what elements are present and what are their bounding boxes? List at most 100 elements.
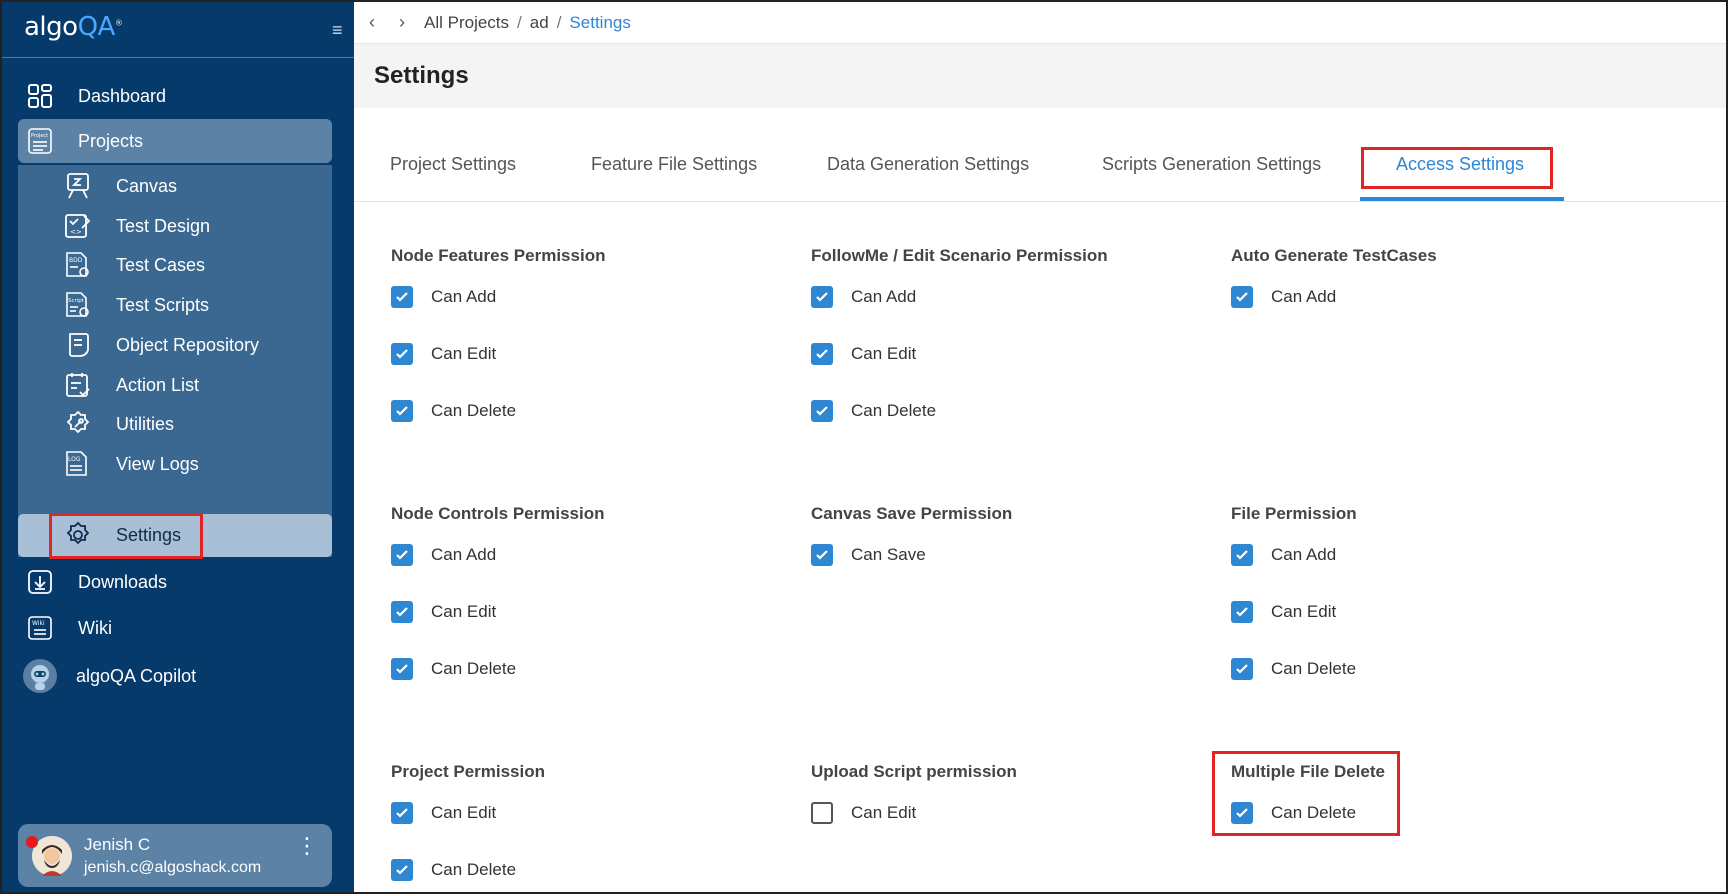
sidebar-item-label: Test Cases [116, 254, 206, 275]
breadcrumb-all-projects[interactable]: All Projects [424, 13, 509, 33]
svg-text:BDD: BDD [69, 257, 83, 264]
sidebar-item-test-scripts[interactable]: Script Test Scripts [18, 285, 332, 325]
sidebar-item-view-logs[interactable]: LOG View Logs [18, 444, 332, 484]
dashboard-icon [26, 82, 54, 110]
checkbox-canvas-save[interactable]: Can Save [811, 544, 926, 566]
divider [2, 57, 354, 58]
sidebar-item-label: Object Repository [116, 334, 260, 355]
checkbox-auto-generate-add[interactable]: Can Add [1231, 286, 1336, 308]
sidebar-item-test-cases[interactable]: BDD Test Cases [18, 245, 332, 285]
group-title-auto-generate: Auto Generate TestCases [1231, 246, 1437, 265]
sidebar-item-projects[interactable]: Project Projects [2, 119, 354, 163]
access-tab-highlight-box [1361, 147, 1553, 189]
tab-feature-file-settings[interactable]: Feature File Settings [591, 154, 757, 175]
sidebar-item-downloads[interactable]: Downloads [2, 560, 354, 604]
checkbox-checked-icon [811, 544, 833, 566]
action-list-icon [64, 371, 92, 399]
breadcrumb-bar: ‹ › All Projects / ad / Settings [354, 2, 1726, 44]
sidebar-item-dashboard[interactable]: Dashboard [2, 74, 354, 118]
group-title-project-permission: Project Permission [391, 762, 546, 781]
group-title-followme: FollowMe / Edit Scenario Permission [811, 246, 1108, 265]
sidebar-item-action-list[interactable]: Action List [18, 365, 332, 405]
group-title-file-permission: File Permission [1231, 504, 1357, 523]
sidebar-item-label: Test Scripts [116, 294, 210, 315]
utilities-icon [64, 410, 92, 438]
test-design-icon: <> [64, 212, 92, 240]
checkbox-file-add[interactable]: Can Add [1231, 544, 1336, 566]
forward-arrow-icon[interactable]: › [394, 12, 410, 33]
sidebar-item-label: Wiki [78, 617, 112, 638]
sidebar-item-label: Canvas [116, 175, 178, 196]
group-title-canvas-save: Canvas Save Permission [811, 504, 1013, 523]
back-arrow-icon[interactable]: ‹ [364, 12, 380, 33]
user-profile-card[interactable]: Jenish C jenish.c@algoshack.com ⋮ [18, 824, 332, 887]
svg-text:Wiki: Wiki [32, 620, 45, 627]
checkbox-checked-icon [391, 601, 413, 623]
checkbox-checked-icon [391, 658, 413, 680]
checkbox-followme-delete[interactable]: Can Delete [811, 400, 936, 422]
breadcrumb-current: Settings [569, 12, 631, 32]
sidebar-item-object-repository[interactable]: Object Repository [18, 325, 332, 365]
sidebar-item-wiki[interactable]: Wiki Wiki [2, 606, 354, 650]
breadcrumb-project[interactable]: ad [530, 13, 549, 33]
copilot-icon [22, 658, 58, 694]
more-options-icon[interactable]: ⋮ [296, 835, 318, 857]
checkbox-file-edit[interactable]: Can Edit [1231, 601, 1336, 623]
sidebar: algoQA® ≡ Dashboard Project Projects Can… [2, 2, 354, 892]
checkbox-node-controls-delete[interactable]: Can Delete [391, 658, 516, 680]
checkbox-node-features-delete[interactable]: Can Delete [391, 400, 516, 422]
page-title: Settings [374, 62, 469, 89]
checkbox-checked-icon [811, 286, 833, 308]
group-title-node-controls: Node Controls Permission [391, 504, 605, 523]
checkbox-followme-edit[interactable]: Can Edit [811, 343, 916, 365]
sidebar-item-copilot[interactable]: algoQA Copilot [2, 654, 354, 698]
test-cases-icon: BDD [64, 251, 92, 279]
checkbox-node-controls-add[interactable]: Can Add [391, 544, 496, 566]
checkbox-node-features-add[interactable]: Can Add [391, 286, 496, 308]
user-name: Jenish C [84, 834, 151, 854]
checkbox-checked-icon [391, 859, 413, 881]
tab-data-generation-settings[interactable]: Data Generation Settings [827, 154, 1029, 175]
multiple-file-delete-highlight-box [1212, 751, 1400, 836]
svg-text:LOG: LOG [68, 456, 81, 463]
checkbox-project-delete[interactable]: Can Delete [391, 859, 516, 881]
checkbox-checked-icon [391, 544, 413, 566]
checkbox-node-controls-edit[interactable]: Can Edit [391, 601, 496, 623]
sidebar-item-label: Downloads [78, 571, 168, 592]
svg-text:Script: Script [68, 298, 85, 304]
avatar [26, 835, 72, 876]
checkbox-checked-icon [811, 400, 833, 422]
checkbox-file-delete[interactable]: Can Delete [1231, 658, 1356, 680]
sidebar-item-label: Action List [116, 374, 200, 395]
checkbox-checked-icon [811, 343, 833, 365]
tab-project-settings[interactable]: Project Settings [390, 154, 516, 175]
sidebar-item-label: Dashboard [78, 85, 167, 106]
hamburger-menu-icon[interactable]: ≡ [332, 20, 343, 41]
object-repository-icon [64, 331, 92, 359]
svg-text:<>: <> [70, 228, 82, 236]
group-title-node-features: Node Features Permission [391, 246, 606, 265]
view-logs-icon: LOG [64, 450, 92, 478]
checkbox-followme-add[interactable]: Can Add [811, 286, 916, 308]
checkbox-checked-icon [1231, 544, 1253, 566]
breadcrumb-separator: / [517, 12, 522, 32]
checkbox-node-features-edit[interactable]: Can Edit [391, 343, 496, 365]
tab-scripts-generation-settings[interactable]: Scripts Generation Settings [1102, 154, 1321, 175]
active-tab-indicator [1360, 197, 1564, 201]
checkbox-project-edit[interactable]: Can Edit [391, 802, 496, 824]
sidebar-item-label: Test Design [116, 215, 211, 236]
checkbox-checked-icon [1231, 601, 1253, 623]
test-scripts-icon: Script [64, 291, 92, 319]
sidebar-item-label: Utilities [116, 413, 175, 434]
breadcrumb-separator: / [556, 12, 562, 32]
download-icon [26, 568, 54, 596]
wiki-icon: Wiki [26, 614, 54, 642]
checkbox-upload-script-edit[interactable]: Can Edit [811, 802, 916, 824]
checkbox-checked-icon [1231, 286, 1253, 308]
page-header: Settings [354, 44, 1726, 108]
brand-logo: algoQA® [24, 12, 123, 42]
checkbox-checked-icon [391, 343, 413, 365]
sidebar-item-utilities[interactable]: Utilities [18, 404, 332, 444]
sidebar-item-canvas[interactable]: Canvas [18, 166, 332, 206]
sidebar-item-test-design[interactable]: <> Test Design [18, 206, 332, 246]
